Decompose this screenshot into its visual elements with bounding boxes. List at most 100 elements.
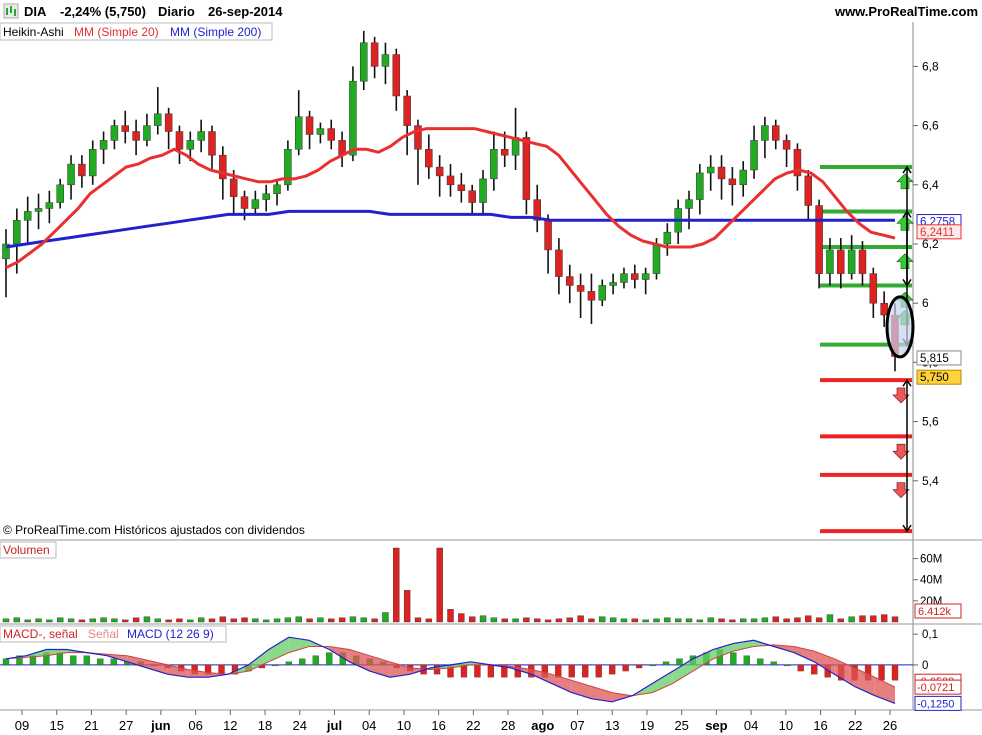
price-tick-label: 6: [922, 296, 929, 310]
candle-body: [847, 249, 856, 274]
candle-body: [696, 172, 704, 200]
candle-body: [240, 196, 249, 209]
candle-body: [652, 243, 661, 274]
volume-bar: [512, 618, 519, 623]
volume-bar: [870, 615, 877, 623]
candle-body: [45, 202, 54, 209]
price-tick-label: 5,6: [922, 415, 939, 429]
volume-bar: [891, 616, 899, 623]
candle-body: [435, 166, 444, 177]
candle-body: [262, 193, 270, 200]
candle-body: [154, 113, 162, 126]
volume-bar: [143, 616, 151, 623]
candle-body: [826, 249, 834, 274]
date-tick-label: 13: [605, 718, 619, 733]
volume-bar: [57, 617, 64, 623]
volume-bar: [338, 617, 346, 623]
candle-body: [500, 149, 509, 156]
legend-heikin-ashi[interactable]: Heikin-Ashi: [3, 25, 64, 39]
date-tick-label: 15: [49, 718, 63, 733]
volume-bar: [230, 618, 237, 623]
volume-bar: [252, 618, 259, 623]
macd-title-b[interactable]: Señal: [88, 627, 119, 641]
volume-bar: [284, 617, 292, 623]
macd-histogram-bar: [487, 664, 495, 678]
macd-histogram-bar: [110, 658, 117, 666]
volume-bar: [176, 618, 183, 623]
candle-body: [251, 199, 260, 209]
volume-bar: [371, 618, 378, 623]
candle-body: [457, 184, 466, 191]
header-site[interactable]: www.ProRealTime.com: [834, 4, 978, 19]
macd-title-a[interactable]: MACD-, señal: [3, 627, 78, 641]
macd-histogram-bar: [730, 652, 737, 666]
volume-bar: [880, 614, 888, 623]
candle-body: [78, 163, 86, 177]
macd-histogram-bar: [97, 658, 104, 666]
volume-bar: [631, 618, 639, 623]
volume-bar: [599, 616, 606, 623]
header-period: Diario: [158, 4, 195, 19]
volume-bar: [523, 617, 530, 623]
volume-bar: [78, 619, 86, 623]
date-tick-label: 22: [466, 718, 480, 733]
chart-svg[interactable]: DIA -2,24% (5,750) Diario 26-sep-2014 ww…: [0, 0, 982, 735]
volume-bar: [729, 619, 736, 623]
candle-body: [99, 140, 108, 150]
volume-bar: [837, 618, 844, 623]
candle-body: [663, 231, 672, 245]
macd-title-c[interactable]: MACD (12 26 9): [127, 627, 214, 641]
price-tick-label: 6,8: [922, 59, 939, 73]
date-tick-label: 18: [258, 718, 272, 733]
volume-bar: [295, 616, 302, 623]
volume-bar: [197, 617, 205, 623]
candle-body: [468, 190, 476, 203]
date-tick-label: 06: [188, 718, 202, 733]
macd-histogram-bar: [743, 655, 750, 666]
volume-bar: [685, 618, 693, 623]
volume-bar: [707, 617, 714, 623]
volume-bar: [349, 616, 357, 623]
candle-body: [403, 95, 411, 126]
volume-title[interactable]: Volumen: [3, 543, 50, 557]
candle-body: [208, 131, 216, 156]
volume-bar: [111, 618, 118, 623]
volume-bar: [479, 615, 487, 623]
candle-body: [360, 42, 368, 82]
volume-bar: [501, 618, 508, 623]
candle-body: [175, 131, 184, 150]
volume-bar: [794, 617, 801, 623]
macd-histogram-bar: [770, 661, 777, 666]
header-change: -2,24% (5,750): [60, 4, 146, 19]
price-tick-label: 6,6: [922, 119, 939, 133]
candle-body: [880, 302, 888, 316]
macd-histogram-bar: [784, 664, 791, 667]
legend-ma20[interactable]: MM (Simple 20): [74, 25, 159, 39]
volume-bar: [859, 615, 866, 623]
macd-histogram-bar: [757, 658, 764, 666]
candle-body: [349, 80, 357, 156]
volume-bar: [653, 618, 660, 623]
candle-body: [782, 140, 791, 150]
candle-body: [197, 131, 205, 141]
candle-body: [56, 184, 64, 203]
candle-body: [316, 128, 325, 135]
volume-bar: [317, 617, 324, 623]
candle-body: [305, 116, 314, 135]
candle-body: [706, 166, 715, 174]
price-tick-label: 5,4: [922, 474, 939, 488]
candle-body: [273, 184, 281, 194]
candle-body: [143, 125, 151, 141]
macd-histogram-bar: [662, 661, 670, 666]
candle-body: [110, 125, 119, 141]
macd-tick-label: 0,1: [922, 629, 938, 641]
date-tick-label: 26: [883, 718, 897, 733]
volume-bar: [458, 613, 465, 623]
legend-ma200[interactable]: MM (Simple 200): [170, 25, 261, 39]
candle-body: [641, 273, 650, 280]
volume-bar: [187, 619, 194, 623]
date-tick-label: jun: [150, 718, 171, 733]
volume-bar: [24, 619, 31, 623]
date-tick-label: 27: [119, 718, 133, 733]
date-tick-label: 28: [501, 718, 515, 733]
